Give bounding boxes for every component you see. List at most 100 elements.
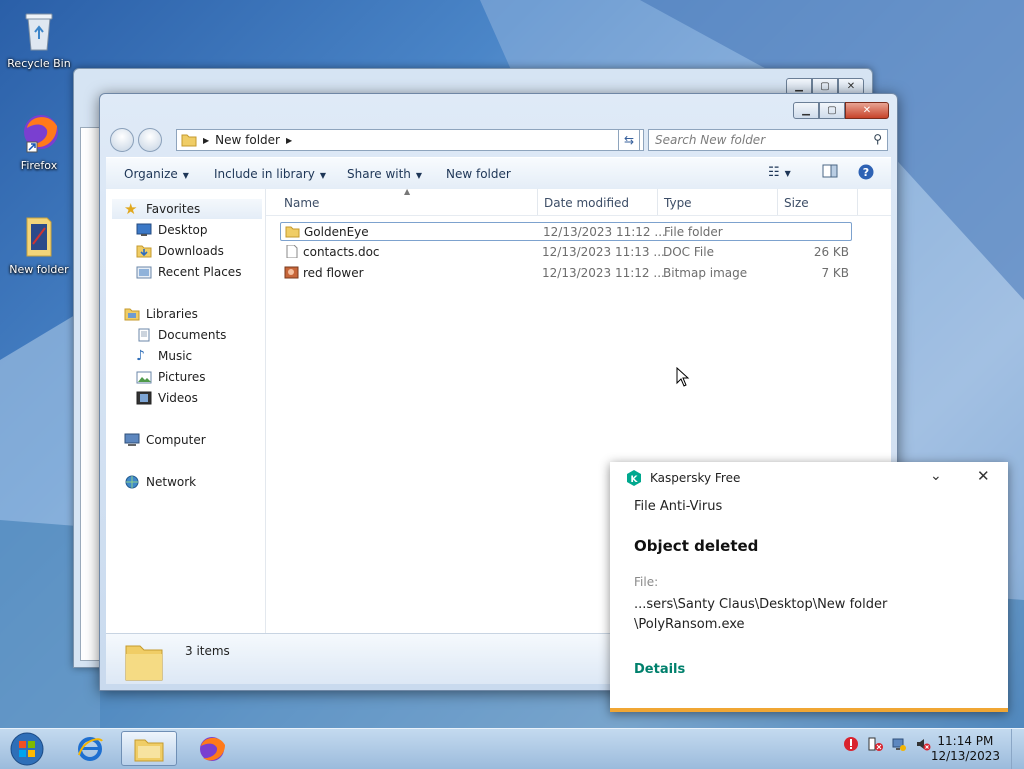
- search-input[interactable]: Search New folder ⚲: [648, 129, 888, 151]
- videos-icon: [136, 391, 152, 405]
- file-name: contacts.doc: [303, 245, 380, 259]
- desktop-icon-recycle-bin[interactable]: Recycle Bin: [4, 8, 74, 70]
- nav-videos[interactable]: Videos: [136, 388, 198, 408]
- search-placeholder: Search New folder: [655, 133, 766, 147]
- file-date: 12/13/2023 11:12 ...: [542, 266, 665, 280]
- file-row[interactable]: contacts.doc 12/13/2023 11:13 ... DOC Fi…: [280, 243, 852, 262]
- action-center-icon[interactable]: [867, 736, 883, 755]
- nav-libraries[interactable]: Libraries: [124, 304, 198, 324]
- close-button[interactable]: ✕: [845, 102, 889, 119]
- forward-button[interactable]: [138, 128, 162, 152]
- taskbar-file-explorer[interactable]: [121, 731, 177, 766]
- file-size: 26 KB: [813, 245, 849, 259]
- share-with-button[interactable]: Share with ▼: [347, 167, 422, 181]
- nav-label: Desktop: [158, 223, 208, 237]
- folder-icon: [125, 645, 163, 681]
- network-status-icon[interactable]: [891, 736, 907, 755]
- start-button[interactable]: [2, 731, 52, 766]
- maximize-button[interactable]: ▢: [819, 102, 845, 119]
- preview-pane-button[interactable]: [822, 164, 838, 181]
- nav-recent-places[interactable]: Recent Places: [136, 262, 241, 282]
- recent-places-icon: [136, 266, 152, 279]
- column-size[interactable]: Size: [784, 196, 809, 210]
- file-type: Bitmap image: [663, 266, 748, 280]
- close-icon[interactable]: ✕: [977, 467, 990, 485]
- nav-pictures[interactable]: Pictures: [136, 367, 206, 387]
- refresh-button[interactable]: ⇆: [618, 129, 640, 151]
- music-icon: ♪: [136, 348, 145, 364]
- include-in-library-label: Include in library: [214, 167, 315, 181]
- column-divider[interactable]: [657, 189, 658, 215]
- new-folder-label: New folder: [446, 167, 511, 181]
- organize-button[interactable]: Organize ▼: [124, 167, 189, 181]
- network-icon: [125, 475, 139, 489]
- svg-text:?: ?: [863, 166, 869, 179]
- mouse-cursor-icon: [676, 367, 690, 387]
- help-button[interactable]: ?: [858, 164, 874, 183]
- file-row[interactable]: GoldenEye 12/13/2023 11:12 ... File fold…: [280, 222, 852, 241]
- search-icon[interactable]: ⚲: [873, 132, 882, 146]
- folder-icon: [181, 134, 197, 147]
- column-type[interactable]: Type: [664, 196, 692, 210]
- breadcrumb-arrow-icon[interactable]: ▶: [286, 136, 292, 145]
- file-path-line-2: \PolyRansom.exe: [634, 617, 745, 632]
- file-type: DOC File: [663, 245, 714, 259]
- libraries-icon: [124, 308, 140, 321]
- nav-label: Documents: [158, 328, 227, 342]
- desktop-icon-firefox[interactable]: Firefox: [4, 110, 74, 172]
- clock-date: 12/13/2023: [930, 749, 1000, 763]
- nav-label: Music: [158, 349, 193, 363]
- taskbar: 11:14 PM 12/13/2023: [0, 728, 1024, 769]
- notification-component: File Anti-Virus: [634, 499, 723, 514]
- nav-downloads[interactable]: Downloads: [136, 241, 224, 261]
- column-divider[interactable]: [777, 189, 778, 215]
- nav-music[interactable]: ♪ Music: [136, 346, 192, 366]
- minimize-button[interactable]: ▁: [793, 102, 819, 119]
- chevron-down-icon[interactable]: ⌄: [930, 468, 942, 484]
- chevron-down-icon: ▼: [415, 171, 423, 180]
- nav-favorites[interactable]: ★ Favorites: [112, 199, 262, 219]
- nav-network[interactable]: Network: [124, 472, 196, 492]
- desktop-icon-label: Recycle Bin: [7, 57, 71, 70]
- breadcrumb-segment[interactable]: New folder: [215, 133, 280, 147]
- kaspersky-notification[interactable]: K Kaspersky Free ⌄ ✕ File Anti-Virus Obj…: [610, 462, 1008, 712]
- documents-icon: [138, 328, 150, 342]
- column-divider[interactable]: [857, 189, 858, 215]
- show-desktop-button[interactable]: [1011, 729, 1024, 769]
- bitmap-image-icon: [284, 266, 299, 279]
- view-options-button[interactable]: ☷ ▼: [768, 165, 791, 180]
- nav-documents[interactable]: Documents: [136, 325, 226, 345]
- file-label: File:: [634, 575, 659, 589]
- column-name[interactable]: Name: [284, 196, 319, 210]
- desktop-icon-new-folder[interactable]: New folder: [4, 214, 74, 276]
- taskbar-clock[interactable]: 11:14 PM 12/13/2023: [931, 734, 1000, 764]
- file-row[interactable]: red flower 12/13/2023 11:12 ... Bitmap i…: [280, 264, 852, 283]
- pictures-icon: [136, 371, 152, 384]
- column-date-modified[interactable]: Date modified: [544, 196, 629, 210]
- volume-muted-icon[interactable]: [915, 736, 931, 755]
- back-button[interactable]: [110, 128, 134, 152]
- desktop-icon-label: New folder: [9, 263, 69, 276]
- svg-text:K: K: [631, 475, 639, 485]
- chevron-down-icon: ▼: [182, 171, 189, 180]
- column-divider[interactable]: [537, 189, 538, 215]
- file-name: GoldenEye: [304, 225, 369, 239]
- organize-label: Organize: [124, 167, 178, 181]
- nav-label: Favorites: [146, 202, 201, 216]
- include-in-library-button[interactable]: Include in library ▼: [214, 167, 326, 181]
- taskbar-firefox[interactable]: [184, 731, 240, 766]
- details-link[interactable]: Details: [634, 662, 685, 677]
- file-type: File folder: [664, 225, 723, 239]
- firefox-icon: [200, 736, 225, 761]
- nav-label: Recent Places: [158, 265, 242, 279]
- new-folder-button[interactable]: New folder: [446, 167, 511, 181]
- nav-desktop[interactable]: Desktop: [136, 220, 208, 240]
- preview-pane-icon: [822, 164, 838, 178]
- file-explorer-icon: [134, 739, 164, 761]
- notification-app-name: Kaspersky Free: [650, 471, 741, 485]
- chevron-down-icon: ▼: [319, 171, 327, 180]
- kaspersky-alert-icon[interactable]: [843, 736, 859, 755]
- address-bar[interactable]: ▶ New folder ▶ ▼: [176, 129, 644, 151]
- nav-computer[interactable]: Computer: [124, 430, 206, 450]
- taskbar-internet-explorer[interactable]: [62, 731, 118, 766]
